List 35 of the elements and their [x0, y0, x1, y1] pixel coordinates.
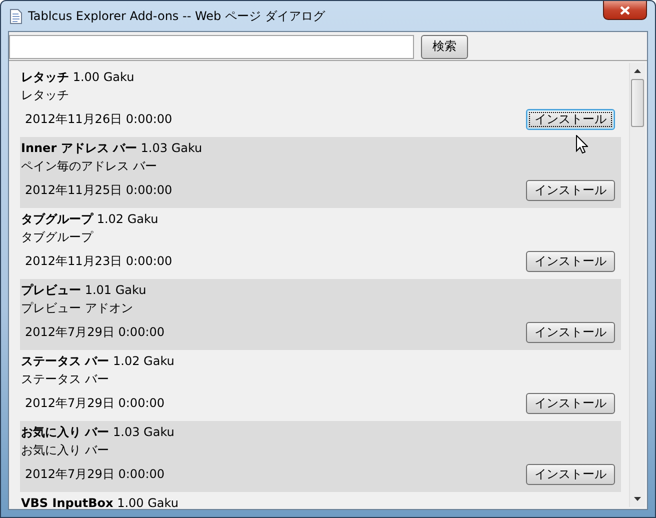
scroll-up-icon [634, 69, 641, 73]
addon-date: 2012年11月26日 0:00:00 [25, 111, 172, 128]
addon-date: 2012年11月25日 0:00:00 [25, 182, 172, 199]
addon-description: ステータス バー [21, 371, 110, 388]
addon-title: ステータス バー 1.02 Gaku [21, 353, 174, 370]
addon-title: プレビュー 1.01 Gaku [21, 282, 146, 299]
addon-title: お気に入り バー 1.03 Gaku [21, 424, 174, 441]
close-icon [620, 6, 630, 14]
scrollbar[interactable] [629, 63, 645, 507]
window-title: Tablcus Explorer Add-ons -- Web ページ ダイアログ [28, 8, 325, 24]
install-button[interactable]: インストール [526, 464, 615, 485]
addon-description: ペイン毎のアドレス バー [21, 158, 158, 175]
search-button[interactable]: 検索 [421, 34, 468, 58]
addon-description: レタッチ [21, 87, 70, 104]
addon-title: タブグループ 1.02 Gaku [21, 211, 158, 228]
install-button[interactable]: インストール [526, 180, 615, 201]
addon-date: 2012年11月23日 0:00:00 [25, 253, 172, 270]
addon-title: レタッチ 1.00 Gaku [21, 69, 134, 86]
scroll-thumb[interactable] [631, 79, 644, 127]
addon-date: 2012年7月29日 0:00:00 [25, 395, 165, 412]
close-button[interactable] [603, 1, 647, 20]
addon-description: プレビュー アドオン [21, 300, 134, 317]
install-button[interactable]: インストール [526, 393, 615, 414]
addon-title: Inner アドレス バー 1.03 Gaku [21, 140, 202, 157]
install-button[interactable]: インストール [526, 109, 615, 130]
addon-description: お気に入り バー [21, 442, 110, 459]
install-button[interactable]: インストール [526, 251, 615, 272]
addon-date: 2012年7月29日 0:00:00 [25, 466, 165, 483]
document-icon [10, 8, 22, 24]
addon-description: タブグループ [21, 229, 94, 246]
install-button[interactable]: インストール [526, 322, 615, 343]
addon-date: 2012年7月29日 0:00:00 [25, 324, 165, 341]
search-field[interactable] [9, 34, 414, 58]
mouse-pointer-icon [576, 135, 588, 154]
scroll-down-icon [634, 497, 641, 501]
